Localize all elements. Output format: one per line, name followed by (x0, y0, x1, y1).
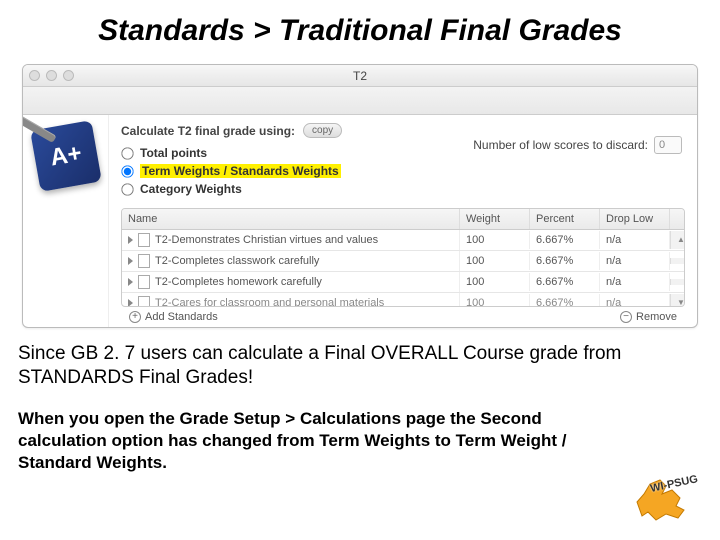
table-row[interactable]: T2-Completes homework carefully 100 6.66… (122, 272, 684, 293)
chevron-right-icon[interactable] (128, 236, 133, 244)
discard-row: Number of low scores to discard: (473, 136, 682, 154)
radio-category-input[interactable] (121, 183, 133, 195)
cell-droplow: n/a (600, 273, 670, 291)
radio-category-label: Category Weights (140, 182, 242, 196)
radio-term-input[interactable] (121, 165, 133, 177)
app-window: T2 A+ Calculate T2 final grade using: co… (22, 64, 698, 328)
cell-name: T2-Completes classwork carefully (155, 255, 319, 267)
cell-weight: 100 (460, 273, 530, 291)
gradebook-icon: A+ (30, 120, 102, 192)
add-standards-label: Add Standards (145, 311, 218, 323)
chevron-right-icon[interactable] (128, 257, 133, 265)
cell-percent: 6.667% (530, 252, 600, 270)
remove-button[interactable]: − Remove (620, 311, 677, 323)
calc-label: Calculate T2 final grade using: (121, 124, 295, 138)
plus-icon: + (129, 311, 141, 323)
standards-grid: Name Weight Percent Drop Low T2-Demonstr… (121, 208, 685, 307)
chevron-right-icon[interactable] (128, 278, 133, 286)
cell-weight: 100 (460, 231, 530, 249)
remove-label: Remove (636, 311, 677, 323)
cell-droplow: n/a (600, 231, 670, 249)
cell-percent: 6.667% (530, 294, 600, 306)
scroll-gutter[interactable] (670, 279, 684, 285)
side-icon-area: A+ (23, 115, 109, 327)
body-text-2: When you open the Grade Setup > Calculat… (18, 408, 578, 474)
window-title-bar: T2 (23, 65, 697, 87)
body-text-1: Since GB 2. 7 users can calculate a Fina… (18, 342, 702, 390)
cell-droplow: n/a (600, 252, 670, 270)
discard-input[interactable] (654, 136, 682, 154)
slide-title: Standards > Traditional Final Grades (0, 0, 720, 56)
col-percent[interactable]: Percent (530, 209, 600, 229)
cell-name: T2-Cares for classroom and personal mate… (155, 297, 384, 306)
cell-weight: 100 (460, 252, 530, 270)
cell-droplow: n/a (600, 294, 670, 306)
toolbar (23, 87, 697, 115)
discard-label: Number of low scores to discard: (473, 138, 648, 152)
col-droplow[interactable]: Drop Low (600, 209, 670, 229)
document-icon (138, 275, 150, 289)
grid-footer: + Add Standards − Remove (121, 307, 685, 323)
add-standards-button[interactable]: + Add Standards (129, 311, 218, 323)
col-weight[interactable]: Weight (460, 209, 530, 229)
radio-term-weights[interactable]: Term Weights / Standards Weights (121, 162, 685, 180)
copy-button[interactable]: copy (303, 123, 342, 138)
col-scroll (670, 215, 684, 223)
cell-percent: 6.667% (530, 231, 600, 249)
grid-body: T2-Demonstrates Christian virtues and va… (122, 230, 684, 306)
document-icon (138, 254, 150, 268)
table-row[interactable]: T2-Completes classwork carefully 100 6.6… (122, 251, 684, 272)
table-row[interactable]: T2-Demonstrates Christian virtues and va… (122, 230, 684, 251)
cell-weight: 100 (460, 294, 530, 306)
close-icon[interactable] (29, 70, 40, 81)
radio-term-label: Term Weights / Standards Weights (140, 164, 341, 178)
traffic-lights (29, 70, 74, 81)
col-name[interactable]: Name (122, 209, 460, 229)
minus-icon: − (620, 311, 632, 323)
cell-name: T2-Demonstrates Christian virtues and va… (155, 234, 378, 246)
document-icon (138, 296, 150, 306)
radio-category-weights[interactable]: Category Weights (121, 180, 685, 198)
table-row[interactable]: T2-Cares for classroom and personal mate… (122, 293, 684, 306)
zoom-icon[interactable] (63, 70, 74, 81)
radio-total-label: Total points (140, 146, 207, 160)
radio-total-input[interactable] (121, 147, 133, 159)
cell-name: T2-Completes homework carefully (155, 276, 322, 288)
wi-psug-logo: WI-PSUG (632, 474, 692, 524)
chevron-right-icon[interactable] (128, 299, 133, 306)
scroll-gutter[interactable]: ▲ (670, 231, 684, 249)
window-title: T2 (23, 69, 697, 83)
cell-percent: 6.667% (530, 273, 600, 291)
document-icon (138, 233, 150, 247)
scroll-gutter[interactable] (670, 258, 684, 264)
scroll-gutter[interactable]: ▼ (670, 294, 684, 306)
grid-header: Name Weight Percent Drop Low (122, 209, 684, 230)
minimize-icon[interactable] (46, 70, 57, 81)
